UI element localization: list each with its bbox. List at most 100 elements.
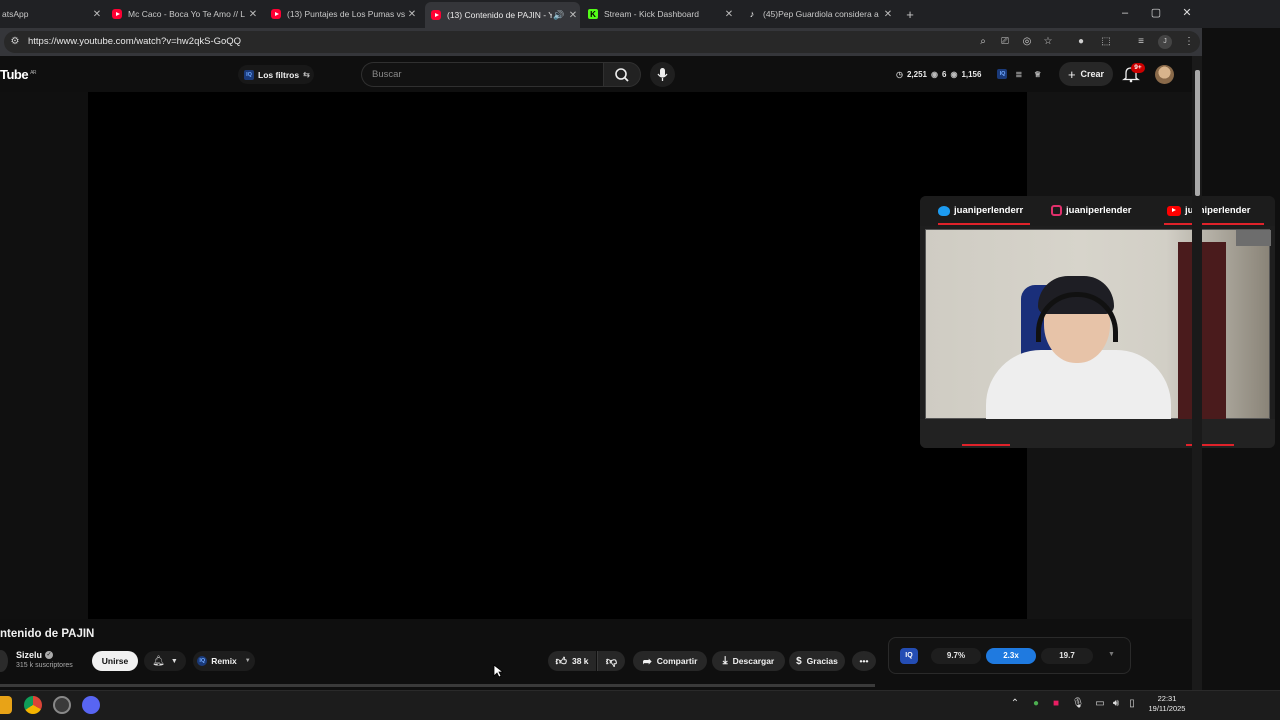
speaker-icon[interactable]: 🔊 bbox=[552, 10, 566, 21]
share-button[interactable]: ➦ Compartir bbox=[633, 651, 707, 671]
filters-button[interactable]: IQ Los filtros ⇆ bbox=[238, 65, 314, 84]
thumbs-down-icon: 👎︎ bbox=[605, 655, 618, 668]
close-tab-icon[interactable]: ✕ bbox=[881, 9, 895, 20]
thumbs-up-icon: 👍︎ bbox=[555, 655, 567, 668]
thanks-button[interactable]: $ Gracias bbox=[789, 651, 845, 671]
channel-avatar[interactable] bbox=[0, 650, 8, 672]
dislike-button[interactable]: 👎︎ bbox=[597, 651, 625, 671]
create-button[interactable]: + Crear bbox=[1059, 62, 1113, 86]
close-tab-icon[interactable]: ✕ bbox=[566, 10, 580, 21]
browser-tab-strip: atsApp ✕ Mc Caco - Boca Yo Te Amo // L ✕… bbox=[0, 0, 1280, 28]
battery-icon[interactable]: ▯ bbox=[1125, 698, 1139, 709]
maximize-button[interactable]: ▢ bbox=[1141, 4, 1171, 22]
site-settings-icon[interactable]: ⚙ bbox=[8, 35, 22, 49]
close-tab-icon[interactable]: ✕ bbox=[722, 9, 736, 20]
share-icon: ➦ bbox=[642, 655, 652, 668]
tab-pep-guardiola[interactable]: ♪ (45)Pep Guardiola considera a l ✕ bbox=[747, 3, 895, 25]
profile-icon[interactable]: J bbox=[1158, 35, 1172, 49]
subscription-bell-button[interactable]: 🔔︎ ▼ bbox=[144, 651, 186, 671]
app-icon[interactable] bbox=[53, 696, 71, 714]
voice-search-button[interactable] bbox=[650, 62, 675, 87]
search-button[interactable] bbox=[603, 62, 641, 87]
stat-views: 2,251 bbox=[906, 69, 928, 79]
youtube-icon bbox=[271, 9, 281, 19]
chevron-down-icon: ▼ bbox=[244, 658, 251, 664]
download-button[interactable]: ⤓ Descargar bbox=[712, 651, 785, 671]
youtube-icon bbox=[431, 10, 441, 20]
facecam-overlay: juaniperlenderr juaniperlender juaniperl… bbox=[920, 196, 1275, 448]
trophy-icon[interactable]: ♕ bbox=[1034, 70, 1041, 79]
network-icon[interactable]: ▭ bbox=[1093, 698, 1107, 709]
chevron-down-icon[interactable]: ▼ bbox=[1108, 651, 1115, 658]
extensions-puzzle-icon[interactable]: ⬚ bbox=[1099, 35, 1113, 49]
zoom-icon[interactable]: ⌕ bbox=[976, 35, 990, 49]
chevron-down-icon: ▼ bbox=[170, 657, 178, 665]
channel-name[interactable]: Sizelu bbox=[16, 650, 42, 660]
extension-value-1[interactable]: 9.7% bbox=[931, 648, 981, 664]
social-bar: juaniperlenderr juaniperlender juaniperl… bbox=[920, 196, 1275, 226]
chrome-icon[interactable] bbox=[24, 696, 42, 714]
list-icon[interactable]: ≣ bbox=[1015, 70, 1022, 79]
more-actions-button[interactable]: ••• bbox=[852, 651, 876, 671]
scrollbar-thumb[interactable] bbox=[1195, 70, 1200, 196]
microphone-tray-icon[interactable]: 🎙︎ bbox=[1071, 698, 1085, 709]
like-button[interactable]: 👍︎ 38 k bbox=[548, 651, 596, 671]
tab-kick-dashboard[interactable]: K Stream - Kick Dashboard ✕ bbox=[588, 3, 736, 25]
like-count: 38 k bbox=[571, 656, 589, 666]
volume-icon[interactable]: 🔊︎ bbox=[1109, 698, 1123, 709]
remix-button[interactable]: IQ Remix ▼ bbox=[193, 651, 255, 671]
file-explorer-icon[interactable] bbox=[0, 696, 12, 714]
tray-app-icon[interactable]: ● bbox=[1029, 698, 1043, 709]
tab-title: Mc Caco - Boca Yo Te Amo // L bbox=[128, 9, 246, 19]
tray-app-icon[interactable]: ■ bbox=[1049, 698, 1063, 709]
close-window-button[interactable]: ✕ bbox=[1172, 4, 1202, 22]
video-title: ntenido de PAJIN bbox=[0, 628, 95, 640]
media-control-icon[interactable]: ≡ bbox=[1134, 35, 1148, 49]
bell-icon: 🔔︎ bbox=[152, 655, 165, 667]
plus-icon: + bbox=[1067, 66, 1076, 82]
url-text[interactable]: https://www.youtube.com/watch?v=hw2qkS-G… bbox=[28, 36, 241, 47]
url-box[interactable]: ⚙ https://www.youtube.com/watch?v=hw2qkS… bbox=[4, 31, 1200, 53]
avatar[interactable] bbox=[1155, 65, 1174, 84]
eye-off-icon[interactable]: ◎ bbox=[1020, 35, 1034, 49]
close-tab-icon[interactable]: ✕ bbox=[405, 9, 419, 20]
more-dots-icon: ••• bbox=[859, 656, 869, 666]
join-button[interactable]: Unirse bbox=[92, 651, 138, 671]
extension-value-2[interactable]: 2.3x bbox=[986, 648, 1036, 664]
lamp bbox=[1236, 230, 1271, 246]
discord-icon[interactable] bbox=[82, 696, 100, 714]
left-background bbox=[0, 92, 88, 619]
extension-color-icon[interactable]: ● bbox=[1074, 35, 1088, 49]
close-tab-icon[interactable]: ✕ bbox=[90, 9, 104, 20]
cast-icon[interactable]: ⎚ bbox=[998, 35, 1012, 49]
tab-title: (13) Puntajes de Los Pumas vs F bbox=[287, 9, 405, 19]
eye-icon: ◉ bbox=[931, 69, 938, 79]
bookmark-star-icon[interactable]: ☆ bbox=[1041, 35, 1055, 49]
minimize-button[interactable]: – bbox=[1110, 4, 1140, 22]
youtube-logo[interactable]: Tube AR bbox=[0, 67, 37, 82]
extension-value-3[interactable]: 19.7 bbox=[1041, 648, 1093, 664]
menu-dots-icon[interactable]: ⋮ bbox=[1182, 35, 1196, 49]
door bbox=[1178, 242, 1226, 420]
tray-clock[interactable]: 22:31 19/11/2025 bbox=[1140, 694, 1194, 714]
close-tab-icon[interactable]: ✕ bbox=[246, 9, 260, 20]
filters-label: Los filtros bbox=[258, 69, 300, 80]
tab-contenido-pajin[interactable]: (13) Contenido de PAJIN - Y 🔊 ✕ bbox=[425, 2, 580, 28]
tab-mc-caco[interactable]: Mc Caco - Boca Yo Te Amo // L ✕ bbox=[112, 3, 260, 25]
search-input[interactable]: Buscar bbox=[361, 62, 603, 87]
tab-title: (45)Pep Guardiola considera a l bbox=[763, 9, 881, 19]
iq-icon[interactable]: IQ bbox=[997, 69, 1008, 79]
video-player[interactable] bbox=[88, 92, 1027, 619]
twitter-icon bbox=[938, 205, 950, 216]
iq-logo-icon[interactable]: IQ bbox=[900, 648, 918, 664]
tray-chevron-up-icon[interactable]: ⌃ bbox=[1008, 698, 1022, 709]
remix-label: Remix bbox=[211, 656, 237, 666]
tab-pumas[interactable]: (13) Puntajes de Los Pumas vs F ✕ bbox=[271, 3, 419, 25]
logo-text: Tube bbox=[0, 67, 29, 82]
youtube-icon bbox=[1167, 205, 1181, 216]
stat-mid: 6 bbox=[942, 69, 947, 79]
clock-icon: ◷ bbox=[896, 69, 903, 79]
stat-right: 1,156 bbox=[961, 69, 982, 79]
new-tab-button[interactable]: + bbox=[902, 3, 918, 25]
tab-whatsapp[interactable]: atsApp ✕ bbox=[0, 3, 104, 25]
